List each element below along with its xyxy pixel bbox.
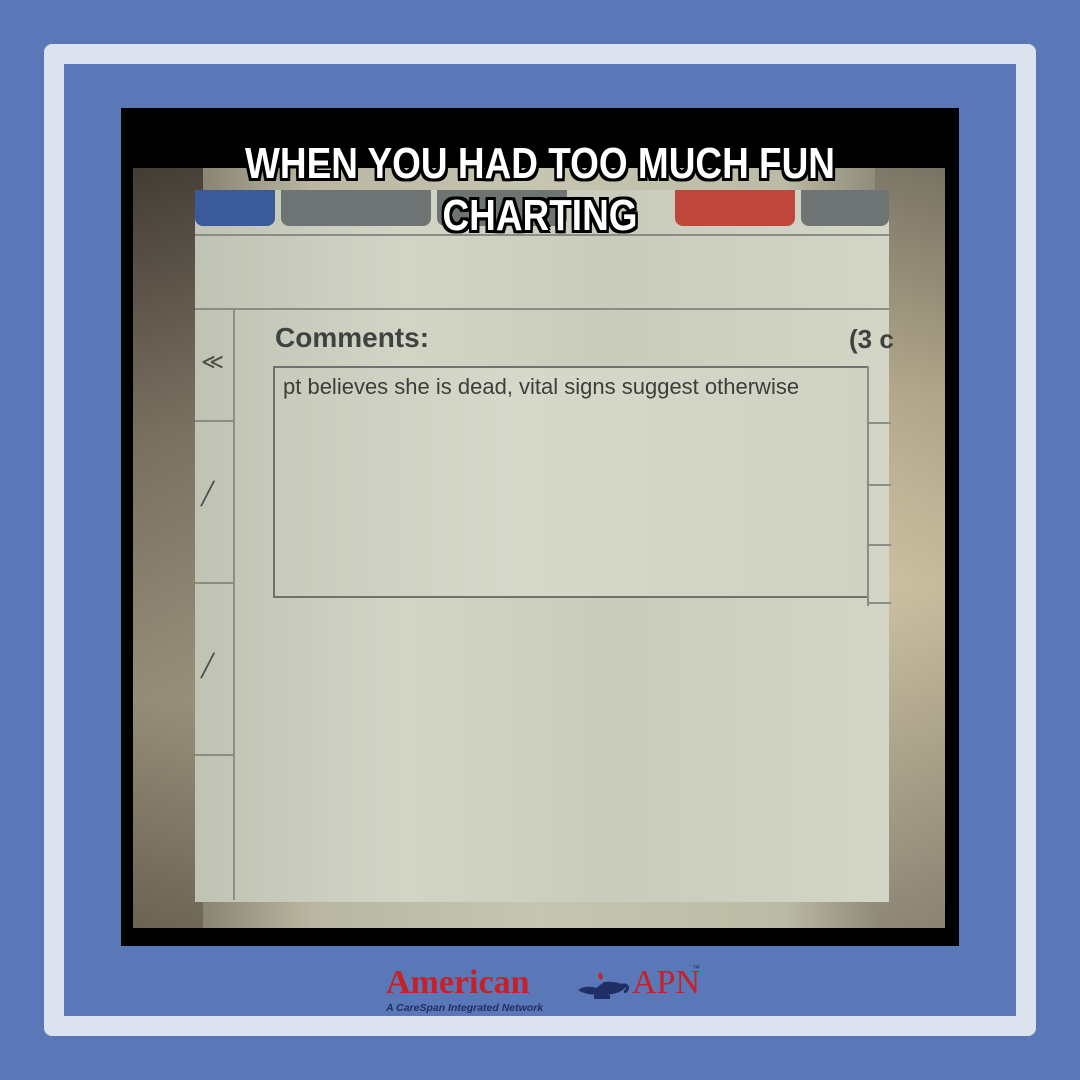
side-cell: ╱: [195, 422, 233, 584]
side-column: ≪ ╱ ╱: [195, 310, 235, 900]
photo-blur-left: [133, 168, 203, 928]
logo-tagline: A CareSpan Integrated Network: [386, 1002, 544, 1014]
slash-mark-icon: ╱: [201, 482, 215, 507]
american-apn-logo: American APN ™ A CareSpan Integrated Net…: [386, 964, 706, 1020]
logo-brand-word: American: [386, 964, 530, 1001]
comment-scroll-strip: [867, 366, 891, 606]
side-cell: ╱: [195, 584, 233, 756]
oil-lamp-icon: [578, 972, 629, 999]
divider-line: [195, 308, 889, 310]
meme-image: ≪ ╱ ╱ Comments: (3 c pt believes she is …: [121, 108, 959, 946]
monitor-photo: ≪ ╱ ╱ Comments: (3 c pt believes she is …: [133, 168, 945, 928]
caption-line-2: CHARTING: [442, 191, 638, 240]
charting-screen: ≪ ╱ ╱ Comments: (3 c pt believes she is …: [195, 190, 894, 902]
scroll-cell: [869, 486, 891, 546]
comments-label: Comments:: [275, 322, 430, 353]
side-cell: ≪: [195, 310, 233, 422]
scroll-cell: [869, 546, 891, 604]
comments-textarea[interactable]: pt believes she is dead, vital signs sug…: [273, 366, 869, 598]
comment-text: pt believes she is dead, vital signs sug…: [283, 374, 800, 399]
comment-count-label: (3 c: [849, 324, 894, 354]
slash-mark-icon: ╱: [201, 654, 215, 679]
logo-trademark: ™: [692, 964, 700, 973]
caption-line-1: WHEN YOU HAD TOO MUCH FUN: [245, 139, 835, 188]
scroll-cell: [869, 424, 891, 486]
meme-caption: WHEN YOU HAD TOO MUCH FUN CHARTING: [188, 138, 892, 242]
scroll-cell: [869, 366, 891, 424]
logo-brand-suffix: APN: [632, 964, 701, 1001]
double-chevron-icon: ≪: [201, 350, 225, 375]
